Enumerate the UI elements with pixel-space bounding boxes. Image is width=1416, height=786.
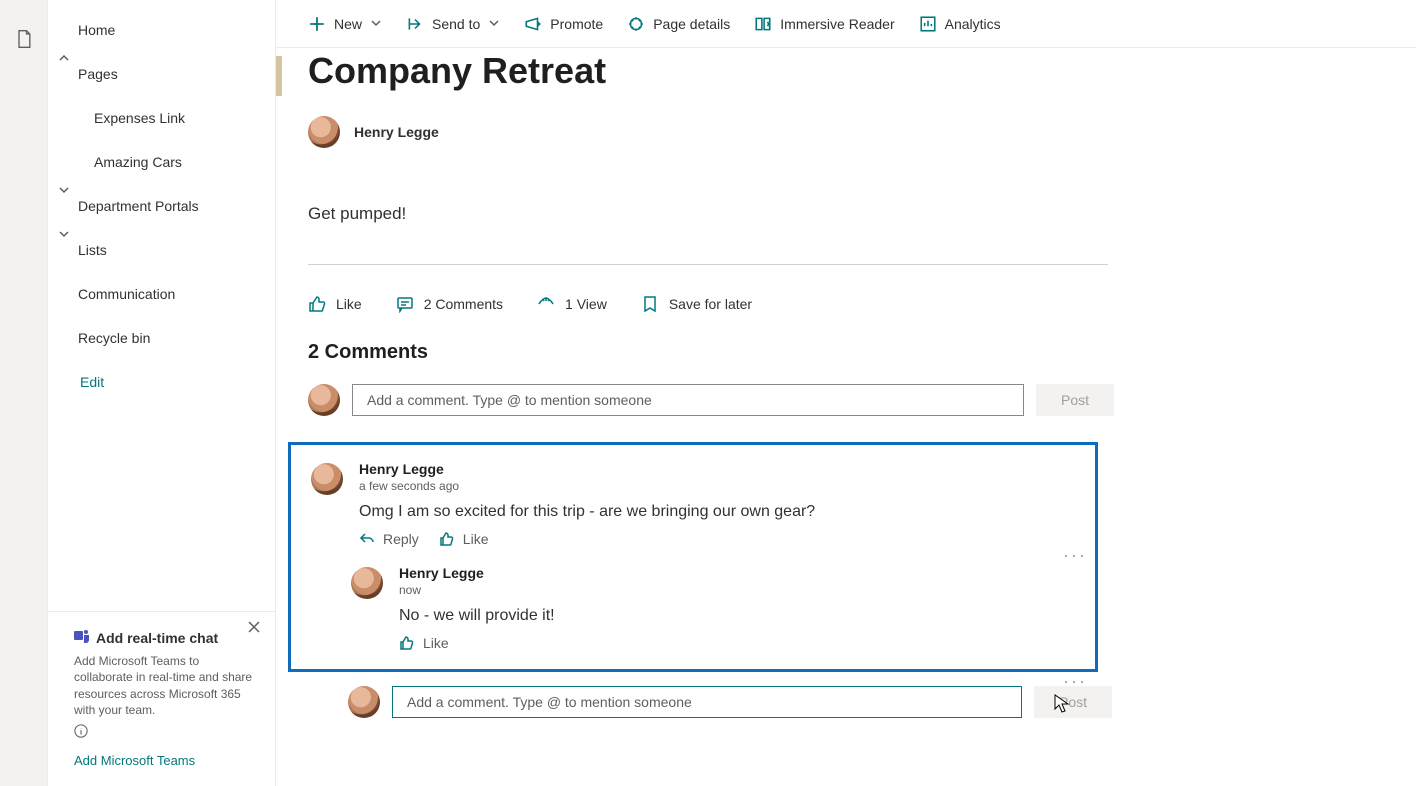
current-user-avatar xyxy=(308,384,340,416)
current-user-avatar xyxy=(348,686,380,718)
comments-count-label: 2 Comments xyxy=(424,296,503,312)
reply-label: Reply xyxy=(383,531,419,547)
sidebar-item-expenses[interactable]: Expenses Link xyxy=(48,96,275,140)
reply-button[interactable]: Reply xyxy=(359,531,419,547)
commenter-avatar[interactable] xyxy=(351,567,383,599)
send-to-button[interactable]: Send to xyxy=(406,15,500,33)
save-label: Save for later xyxy=(669,296,752,312)
comment-text: Omg I am so excited for this trip - are … xyxy=(359,503,1075,521)
page-details-button[interactable]: Page details xyxy=(627,15,730,33)
post-button[interactable]: Post xyxy=(1036,384,1114,416)
sidebar: Home Pages Expenses Link Amazing Cars De… xyxy=(48,0,276,786)
chevron-up-icon[interactable] xyxy=(58,52,70,64)
promo-title: Add real-time chat xyxy=(96,630,218,646)
comment-more-icon[interactable]: ··· xyxy=(1063,545,1087,566)
chevron-down-icon[interactable] xyxy=(58,228,70,240)
sidebar-item-recycle-bin[interactable]: Recycle bin xyxy=(48,316,275,360)
views-action[interactable]: 1 View xyxy=(537,295,607,313)
comment-text: No - we will provide it! xyxy=(399,607,1075,625)
sidebar-item-department-portals[interactable]: Department Portals xyxy=(48,184,275,228)
comment-timestamp: a few seconds ago xyxy=(359,479,1075,493)
chevron-down-icon xyxy=(370,16,382,32)
comment-more-icon[interactable]: ··· xyxy=(1063,671,1087,692)
comments-action[interactable]: 2 Comments xyxy=(396,295,503,313)
promote-label: Promote xyxy=(550,16,603,32)
comments-header: 2 Comments xyxy=(308,341,1416,364)
promo-description: Add Microsoft Teams to collaborate in re… xyxy=(74,653,257,718)
immersive-reader-label: Immersive Reader xyxy=(780,16,894,32)
commenter-avatar[interactable] xyxy=(311,463,343,495)
views-count-label: 1 View xyxy=(565,296,607,312)
comment-thread-highlighted: ··· ··· Henry Legge a few seconds ago Om… xyxy=(288,442,1098,672)
info-icon[interactable] xyxy=(74,724,257,743)
comment-author: Henry Legge xyxy=(359,461,1075,477)
analytics-button[interactable]: Analytics xyxy=(919,15,1001,33)
promote-button[interactable]: Promote xyxy=(524,15,603,33)
new-button-label: New xyxy=(334,16,362,32)
like-label: Like xyxy=(463,531,489,547)
chevron-down-icon xyxy=(488,16,500,32)
save-for-later-action[interactable]: Save for later xyxy=(641,295,752,313)
content-divider xyxy=(308,264,1108,265)
new-button[interactable]: New xyxy=(308,15,382,33)
like-action[interactable]: Like xyxy=(308,295,362,313)
page-body-text: Get pumped! xyxy=(308,204,1416,224)
teams-promo-card: Add real-time chat Add Microsoft Teams t… xyxy=(48,611,275,786)
teams-icon xyxy=(74,628,90,647)
main-area: New Send to Promote Page details Immersi… xyxy=(276,0,1416,786)
comment-input[interactable] xyxy=(352,384,1024,416)
close-icon[interactable] xyxy=(247,620,261,639)
comment-timestamp: now xyxy=(399,583,1075,597)
like-label: Like xyxy=(423,635,449,651)
analytics-label: Analytics xyxy=(945,16,1001,32)
reply-input[interactable] xyxy=(392,686,1022,718)
document-icon[interactable] xyxy=(14,28,34,786)
comment-author: Henry Legge xyxy=(399,565,1075,581)
add-teams-link[interactable]: Add Microsoft Teams xyxy=(74,753,257,768)
comment-like-button[interactable]: Like xyxy=(399,635,449,651)
author-avatar[interactable] xyxy=(308,116,340,148)
app-rail xyxy=(0,0,48,786)
comment-like-button[interactable]: Like xyxy=(439,531,489,547)
page-title: Company Retreat xyxy=(308,50,1416,92)
chevron-down-icon[interactable] xyxy=(58,184,70,196)
author-name: Henry Legge xyxy=(354,124,439,140)
sidebar-item-pages[interactable]: Pages xyxy=(48,52,275,96)
send-to-label: Send to xyxy=(432,16,480,32)
sidebar-item-communication[interactable]: Communication xyxy=(48,272,275,316)
sidebar-item-lists[interactable]: Lists xyxy=(48,228,275,272)
page-details-label: Page details xyxy=(653,16,730,32)
sidebar-item-amazing-cars[interactable]: Amazing Cars xyxy=(48,140,275,184)
comment-reply-item: Henry Legge now No - we will provide it!… xyxy=(351,565,1075,651)
command-bar: New Send to Promote Page details Immersi… xyxy=(276,0,1416,48)
like-label: Like xyxy=(336,296,362,312)
comment-item: Henry Legge a few seconds ago Omg I am s… xyxy=(311,461,1075,547)
sidebar-edit-link[interactable]: Edit xyxy=(48,360,275,404)
title-accent-bar xyxy=(276,56,282,96)
immersive-reader-button[interactable]: Immersive Reader xyxy=(754,15,894,33)
sidebar-item-home[interactable]: Home xyxy=(48,8,275,52)
